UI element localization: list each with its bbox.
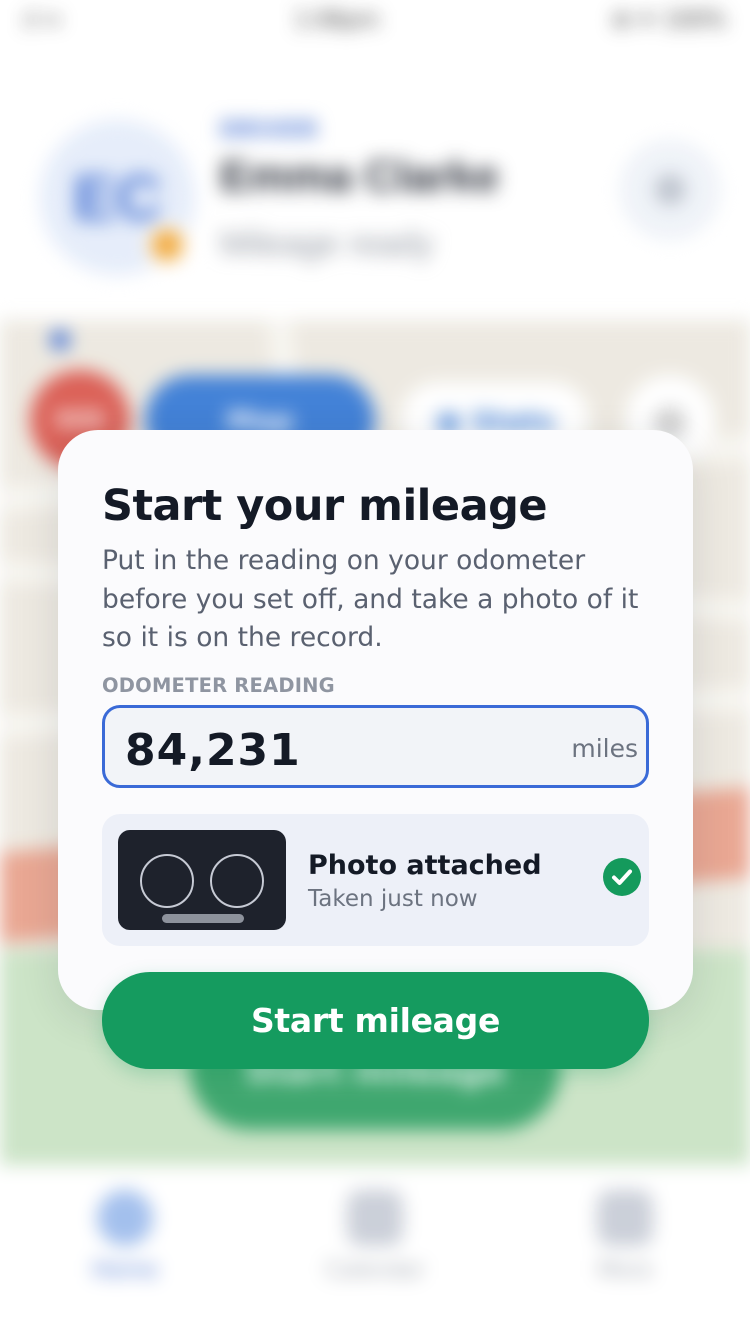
modal-title: Start your mileage [102,481,548,531]
odometer-value: 84,231 [125,725,301,776]
gauge-left [140,854,194,908]
gauge-display [162,914,244,923]
modal-description: Put in the reading on your odometer befo… [102,545,639,653]
checkmark-icon [612,869,632,885]
photo-subtitle: Taken just now [308,886,478,912]
check-circle-icon [603,858,641,896]
start-mileage-modal: Start your mileage Put in the reading on… [58,430,693,1010]
start-mileage-button[interactable]: Start mileage [102,972,649,1069]
photo-title: Photo attached [308,850,542,881]
gauge-right [210,854,264,908]
photo-attachment[interactable]: Photo attached Taken just now [102,814,649,946]
odometer-field-label: ODOMETER READING [102,674,335,697]
odometer-photo-icon[interactable] [118,830,286,930]
odometer-unit: miles [571,734,638,763]
odometer-input[interactable]: 84,231 miles [102,705,649,788]
